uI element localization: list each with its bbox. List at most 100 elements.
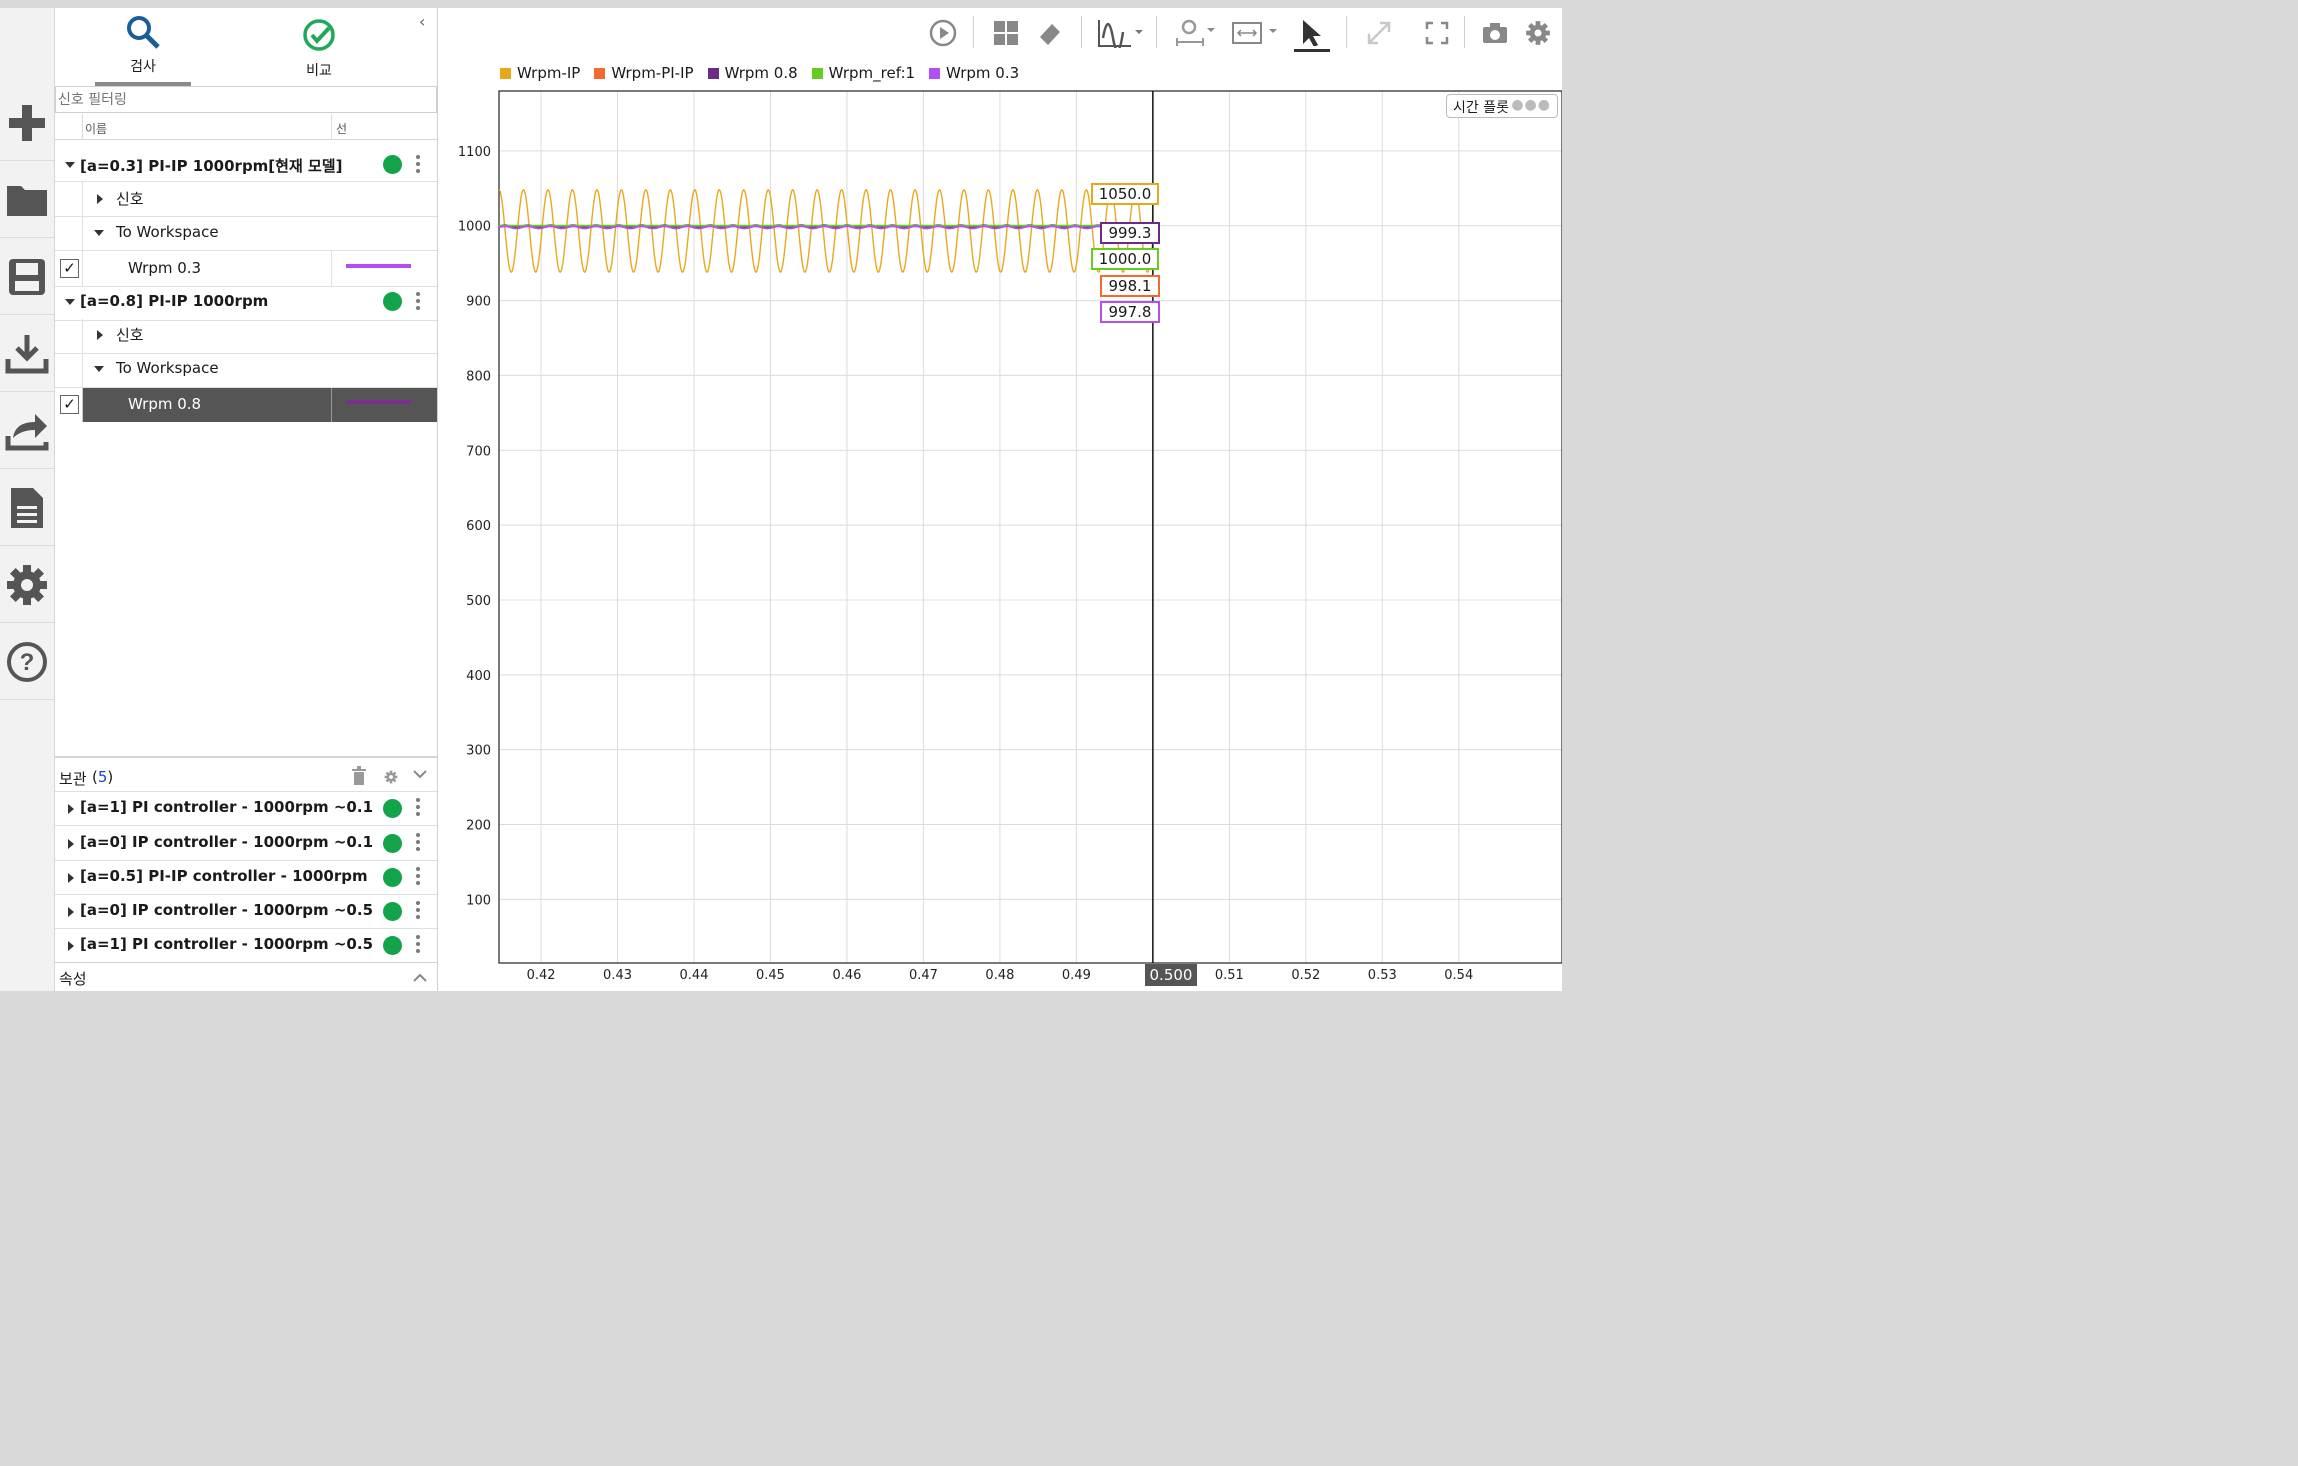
status-dot bbox=[383, 155, 402, 174]
help-button[interactable]: ? bbox=[0, 624, 54, 700]
node-label: To Workspace bbox=[116, 223, 219, 241]
x-tick-label: 0.48 bbox=[985, 968, 1014, 983]
y-tick-label: 200 bbox=[466, 819, 491, 834]
column-line-label: 선 bbox=[336, 122, 348, 136]
run-title: [a=0.3] PI-IP 1000rpm[현재 모델] bbox=[80, 157, 343, 175]
cursor-x-readout[interactable]: 0.500 bbox=[1145, 964, 1197, 986]
tab-compare[interactable]: 비교 bbox=[271, 8, 367, 86]
archive-run-title: [a=0] IP controller - 1000rpm ~0.5 bbox=[80, 901, 372, 919]
browser-panel: 검사 비교 ‹ 이름 선 [a=0.3] PI-IP 1000rpm[현재 모델… bbox=[55, 8, 438, 991]
signal-checkbox[interactable]: ✓ bbox=[60, 395, 79, 414]
cursor-value-label: 1050.0 bbox=[1091, 183, 1159, 205]
signal-checkbox[interactable]: ✓ bbox=[60, 259, 79, 278]
expand-icon[interactable] bbox=[94, 366, 104, 372]
expand-icon[interactable] bbox=[97, 194, 103, 204]
expand-icon[interactable] bbox=[68, 941, 74, 951]
tree-node[interactable]: To Workspace bbox=[55, 354, 437, 388]
x-tick-label: 0.51 bbox=[1215, 968, 1244, 983]
properties-header[interactable]: 속성 bbox=[55, 962, 437, 991]
properties-title: 속성 bbox=[59, 970, 87, 988]
cursor-value-label: 997.8 bbox=[1100, 301, 1160, 323]
new-button[interactable] bbox=[0, 85, 54, 161]
archive-title: 보관 bbox=[59, 770, 87, 788]
run-row[interactable]: [a=0.3] PI-IP 1000rpm[현재 모델] bbox=[55, 148, 437, 182]
preferences-button[interactable] bbox=[0, 547, 54, 623]
archive-count: (5) bbox=[92, 768, 114, 786]
archive-run-row[interactable]: [a=1] PI controller - 1000rpm ~0.5 bbox=[55, 929, 437, 963]
signal-row[interactable]: ✓ Wrpm 0.3 bbox=[55, 251, 437, 287]
expand-icon[interactable] bbox=[65, 299, 75, 305]
report-button[interactable] bbox=[0, 470, 54, 546]
save-button[interactable] bbox=[0, 239, 54, 315]
column-name-label: 이름 bbox=[85, 122, 108, 136]
more-options-icon[interactable]: ●●● bbox=[1511, 97, 1551, 113]
share-button[interactable] bbox=[0, 393, 54, 469]
x-tick-label: 0.44 bbox=[680, 968, 709, 983]
archive-run-row[interactable]: [a=0] IP controller - 1000rpm ~0.5 bbox=[55, 895, 437, 929]
x-tick-label: 0.52 bbox=[1291, 968, 1320, 983]
run-row[interactable]: [a=0.8] PI-IP 1000rpm bbox=[55, 287, 437, 321]
status-dot bbox=[383, 799, 402, 818]
more-options-icon[interactable] bbox=[416, 292, 420, 312]
x-tick-label: 0.49 bbox=[1062, 968, 1091, 983]
gear-icon[interactable] bbox=[384, 770, 398, 784]
y-tick-label: 1100 bbox=[458, 145, 491, 160]
status-dot bbox=[383, 902, 402, 921]
line-style-swatch[interactable] bbox=[346, 264, 411, 268]
expand-icon[interactable] bbox=[68, 804, 74, 814]
gear-icon bbox=[7, 564, 47, 605]
expand-icon[interactable] bbox=[68, 907, 74, 917]
tab-inspect[interactable]: 검사 bbox=[95, 8, 191, 86]
browser-tabs: 검사 비교 ‹ bbox=[55, 8, 438, 88]
archive-header[interactable]: 보관 (5) bbox=[55, 756, 437, 792]
plot-frame bbox=[498, 90, 1562, 964]
cursor-value-label: 1000.0 bbox=[1091, 248, 1159, 270]
status-dot bbox=[383, 868, 402, 887]
x-tick-label: 0.53 bbox=[1368, 968, 1397, 983]
tree-node[interactable]: 신호 bbox=[55, 319, 437, 354]
folder-icon bbox=[7, 185, 47, 216]
more-options-icon[interactable] bbox=[416, 798, 420, 818]
signal-filter-input[interactable] bbox=[55, 86, 437, 113]
document-icon bbox=[11, 487, 43, 528]
expand-icon[interactable] bbox=[65, 162, 75, 168]
y-tick-label: 600 bbox=[466, 519, 491, 534]
signal-label: Wrpm 0.3 bbox=[128, 259, 202, 277]
x-tick-label: 0.45 bbox=[756, 968, 785, 983]
expand-icon[interactable] bbox=[94, 230, 104, 236]
more-options-icon[interactable] bbox=[416, 935, 420, 955]
expand-icon[interactable] bbox=[68, 839, 74, 849]
time-plot[interactable]: 0.42 0.43 0.44 0.45 0.46 0.47 0.48 0.49 0.51 0.52… bbox=[438, 8, 1562, 991]
chevron-down-icon[interactable] bbox=[413, 770, 427, 780]
tree-node[interactable]: 신호 bbox=[55, 182, 437, 217]
expand-icon[interactable] bbox=[68, 873, 74, 883]
more-options-icon[interactable] bbox=[416, 867, 420, 887]
trash-icon[interactable] bbox=[351, 766, 367, 786]
tree-node[interactable]: To Workspace bbox=[55, 217, 437, 251]
y-tick-label: 800 bbox=[466, 369, 491, 384]
simulation-data-inspector: ? 검사 비교 ‹ 이름 선 [a=0.3] PI-IP 1000rpm[현재 bbox=[0, 8, 1562, 991]
archive-run-title: [a=1] PI controller - 1000rpm ~0.15 bbox=[80, 798, 372, 816]
download-button[interactable] bbox=[0, 316, 54, 392]
tab-inspect-label: 검사 bbox=[130, 59, 156, 75]
more-options-icon[interactable] bbox=[416, 833, 420, 853]
collapse-panel-button[interactable]: ‹ bbox=[419, 12, 425, 31]
y-tick-label: 1000 bbox=[458, 220, 491, 235]
signal-label: Wrpm 0.8 bbox=[128, 395, 202, 413]
line-style-swatch[interactable] bbox=[346, 400, 411, 404]
expand-icon[interactable] bbox=[97, 330, 103, 340]
archive-run-title: [a=1] PI controller - 1000rpm ~0.5 bbox=[80, 935, 372, 953]
subplot-label[interactable]: 시간 플롯 ●●● bbox=[1446, 94, 1558, 118]
archive-run-row[interactable]: [a=0.5] PI-IP controller - 1000rpm ~0.5 bbox=[55, 861, 437, 895]
more-options-icon[interactable] bbox=[416, 155, 420, 175]
archive-run-row[interactable]: [a=1] PI controller - 1000rpm ~0.15 bbox=[55, 792, 437, 826]
node-label: To Workspace bbox=[116, 359, 219, 377]
chevron-up-icon[interactable] bbox=[413, 973, 427, 983]
archive-run-row[interactable]: [a=0] IP controller - 1000rpm ~0.15 bbox=[55, 827, 437, 861]
archive-run-title: [a=0] IP controller - 1000rpm ~0.15 bbox=[80, 833, 372, 851]
cursor-value-label: 999.3 bbox=[1100, 222, 1160, 244]
signal-row-selected[interactable]: ✓ Wrpm 0.8 bbox=[55, 388, 437, 422]
more-options-icon[interactable] bbox=[416, 901, 420, 921]
open-button[interactable] bbox=[0, 162, 54, 238]
save-icon bbox=[9, 258, 45, 295]
